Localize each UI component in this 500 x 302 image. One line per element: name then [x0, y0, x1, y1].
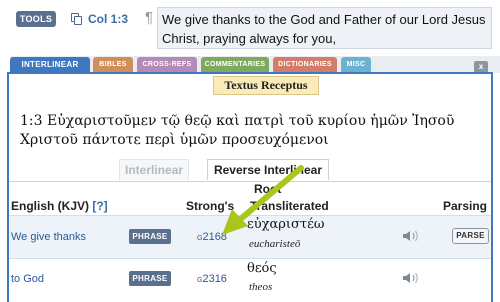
table-row: to God PHRASE G2316 θεός theos: [9, 259, 491, 302]
tab-cross-refs[interactable]: CROSS-REFS: [137, 57, 197, 73]
greek-verse-text: 1:3 Εὐχαριστοῦμεν τῷ θεῷ καὶ πατρὶ τοῦ κ…: [20, 113, 455, 148]
header-parsing: Parsing: [443, 199, 488, 213]
strongs-link[interactable]: G2168: [197, 231, 227, 243]
tab-bibles[interactable]: BIBLES: [93, 57, 133, 73]
speaker-icon[interactable]: [402, 271, 422, 285]
help-link[interactable]: [?]: [92, 199, 107, 213]
transliteration: eucharisteō: [249, 238, 301, 250]
strongs-link[interactable]: G2316: [197, 273, 227, 285]
tab-misc[interactable]: MISC: [341, 57, 371, 73]
verse-text: We give thanks to the God and Father of …: [157, 7, 492, 49]
subtab-reverse-interlinear[interactable]: Reverse Interlinear: [207, 159, 329, 180]
greek-root: θεός: [247, 261, 277, 276]
strongs-number: 2168: [202, 231, 227, 243]
phrase-button[interactable]: PHRASE: [129, 271, 171, 286]
copy-icon[interactable]: [71, 13, 82, 25]
top-toolbar: TOOLS Col 1:3 ¶ We give thanks to the Go…: [0, 0, 500, 56]
header-english-label: English (KJV): [11, 199, 90, 213]
subtab-interlinear[interactable]: Interlinear: [119, 159, 189, 180]
header-english: English (KJV) [?]: [11, 199, 108, 213]
header-transliterated: Transliterated: [250, 199, 329, 213]
strongs-number: 2316: [202, 273, 227, 285]
header-strongs: Strong's: [186, 199, 235, 213]
tab-dictionaries[interactable]: DICTIONARIES: [273, 57, 337, 73]
phrase-button[interactable]: PHRASE: [129, 229, 171, 244]
english-word[interactable]: to God: [11, 273, 44, 285]
header-root: Root: [254, 182, 282, 196]
greek-root: εὐχαριστέω: [247, 217, 325, 232]
parse-button[interactable]: PARSE: [452, 228, 489, 244]
tab-commentaries[interactable]: COMMENTARIES: [201, 57, 269, 73]
pilcrow-icon: ¶: [145, 9, 154, 26]
tools-button[interactable]: TOOLS: [16, 11, 56, 27]
source-text-label[interactable]: Textus Receptus: [213, 76, 319, 95]
table-row: We give thanks PHRASE G2168 εὐχαριστέω e…: [9, 215, 491, 259]
transliteration: theos: [249, 281, 273, 293]
verse-reference[interactable]: Col 1:3: [88, 12, 128, 26]
english-word[interactable]: We give thanks: [11, 231, 86, 243]
tab-interlinear[interactable]: INTERLINEAR: [10, 57, 90, 73]
speaker-icon[interactable]: [402, 229, 422, 243]
